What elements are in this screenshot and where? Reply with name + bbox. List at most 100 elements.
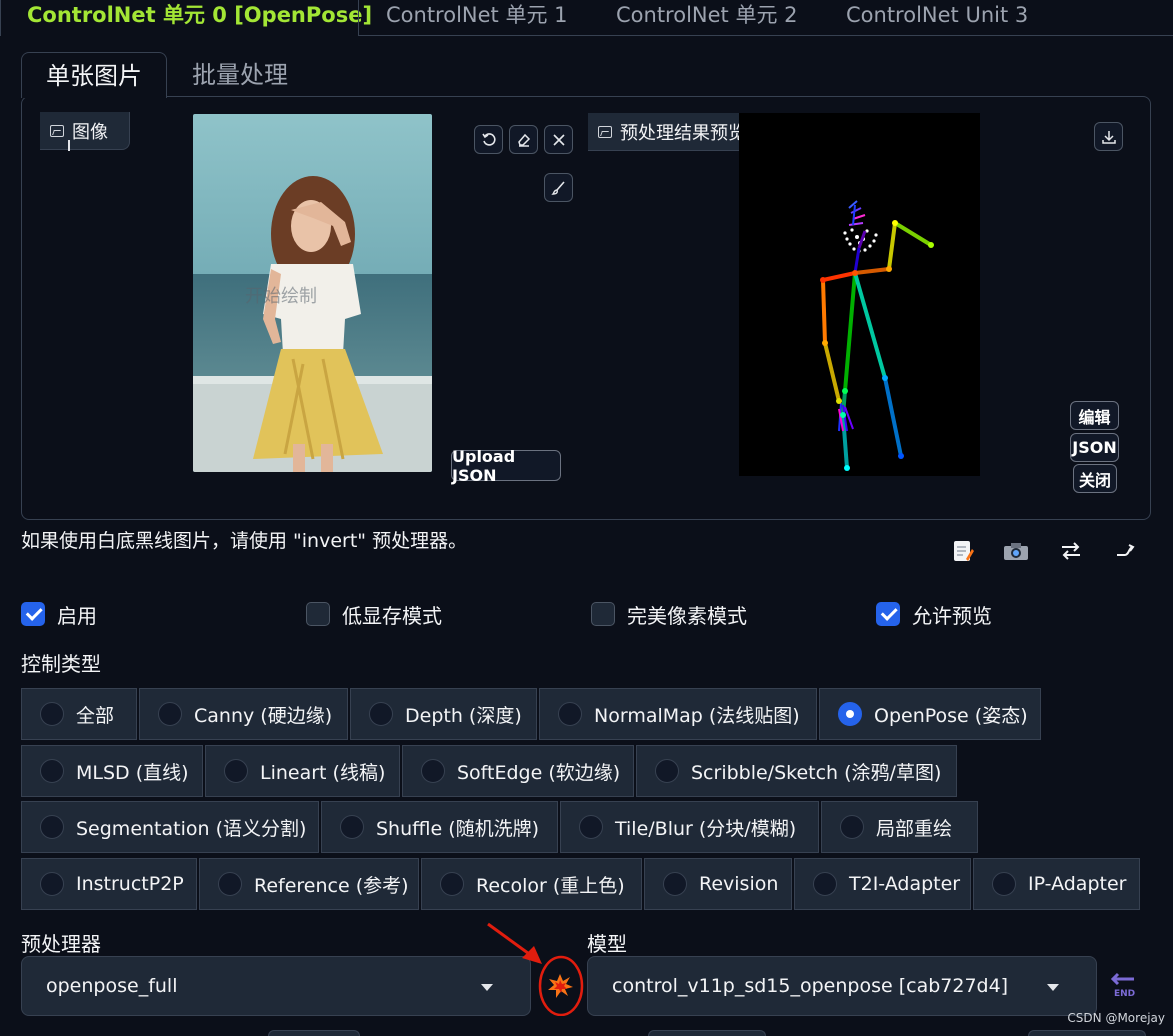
checkbox-box[interactable] (591, 602, 615, 626)
radio-dot[interactable] (813, 872, 837, 896)
radio-label: Shuffle (随机洗牌) (376, 817, 540, 840)
control-type-inpaint[interactable]: 局部重绘 (821, 801, 978, 853)
tab-single-image[interactable]: 单张图片 (21, 52, 167, 98)
clear-image-button[interactable] (544, 125, 573, 154)
controlnet-unit-tabs: ControlNet 单元 0 [OpenPose] ControlNet 单元… (0, 0, 1173, 38)
close-preview-button[interactable]: 关闭 (1073, 464, 1117, 493)
checkbox-box[interactable] (306, 602, 330, 626)
brush-button[interactable] (544, 173, 573, 202)
swap-icon (1062, 542, 1080, 560)
control-type-instructp2p[interactable]: InstructP2P (21, 858, 197, 910)
brush-icon (550, 180, 565, 195)
radio-dot[interactable] (340, 815, 364, 839)
upload-json-button[interactable]: Upload JSON (451, 447, 561, 485)
radio-dot[interactable] (224, 759, 248, 783)
control-type-revision[interactable]: Revision (644, 858, 792, 910)
radio-dot[interactable] (992, 872, 1016, 896)
model-label: 模型 (587, 932, 627, 956)
checkbox-box[interactable] (21, 602, 45, 626)
radio-label: 全部 (76, 704, 115, 727)
download-button[interactable] (1094, 122, 1123, 151)
camera-button[interactable] (1000, 536, 1032, 566)
control-type-shuffle[interactable]: Shuffle (随机洗牌) (321, 801, 558, 853)
control-type-normalmap[interactable]: NormalMap (法线贴图) (539, 688, 817, 740)
image-panel (21, 96, 1151, 520)
openpose-skeleton (820, 200, 934, 471)
pixel-perfect-checkbox[interactable]: 完美像素模式 (591, 600, 747, 628)
control-type-ip-adapter[interactable]: IP-Adapter (973, 858, 1140, 910)
rotate-button[interactable] (474, 125, 503, 154)
notes-button[interactable] (947, 536, 979, 566)
tab-batch[interactable]: 批量处理 (168, 52, 312, 98)
input-image-label: 图像 (40, 112, 130, 150)
checkbox-label: 低显存模式 (342, 603, 442, 628)
control-type-segmentation[interactable]: Segmentation (语义分割) (21, 801, 319, 853)
radio-dot[interactable] (158, 702, 182, 726)
camera-icon (1004, 543, 1028, 560)
control-type-depth[interactable]: Depth (深度) (350, 688, 537, 740)
control-type-openpose[interactable]: OpenPose (姿态) (819, 688, 1041, 740)
swap-button[interactable] (1055, 536, 1087, 566)
radio-dot[interactable] (663, 872, 687, 896)
control-type-canny[interactable]: Canny (硬边缘) (139, 688, 348, 740)
photo-overlay-text: 开始绘制 (245, 286, 317, 307)
radio-label: MLSD (直线) (76, 761, 189, 784)
edit-pose-button[interactable]: 编辑 (1070, 401, 1119, 430)
chevron-down-icon (481, 984, 493, 991)
radio-dot[interactable] (218, 872, 242, 896)
tab-unit-3[interactable]: ControlNet Unit 3 (846, 0, 1028, 34)
eraser-button[interactable] (509, 125, 538, 154)
radio-dot-selected[interactable] (838, 702, 862, 726)
checkbox-label: 完美像素模式 (627, 603, 747, 628)
radio-dot[interactable] (421, 759, 445, 783)
control-type-recolor[interactable]: Recolor (重上色) (421, 858, 642, 910)
close-icon (552, 133, 565, 146)
checkbox-label: 允许预览 (912, 603, 992, 628)
enable-checkbox[interactable]: 启用 (21, 600, 97, 628)
json-button[interactable]: JSON (1070, 433, 1119, 462)
checkbox-box[interactable] (876, 602, 900, 626)
control-type-t2i-adapter[interactable]: T2I-Adapter (794, 858, 971, 910)
allow-preview-checkbox[interactable]: 允许预览 (876, 600, 992, 628)
control-type-label: 控制类型 (21, 652, 101, 676)
control-type-scribble[interactable]: Scribble/Sketch (涂鸦/草图) (636, 745, 957, 797)
send-dimensions-button[interactable] (1110, 536, 1142, 566)
lowvram-checkbox[interactable]: 低显存模式 (306, 600, 442, 628)
control-type-tile[interactable]: Tile/Blur (分块/模糊) (560, 801, 819, 853)
radio-dot[interactable] (40, 815, 64, 839)
control-type-all[interactable]: 全部 (21, 688, 137, 740)
radio-label: Segmentation (语义分割) (76, 817, 307, 840)
radio-dot[interactable] (40, 759, 64, 783)
radio-label: Scribble/Sketch (涂鸦/草图) (691, 761, 942, 784)
tab-unit-1[interactable]: ControlNet 单元 1 (386, 0, 567, 34)
radio-dot[interactable] (40, 702, 64, 726)
radio-label: Tile/Blur (分块/模糊) (615, 817, 797, 840)
image-icon (50, 124, 64, 137)
partial-control (268, 1030, 360, 1036)
preprocessor-value: openpose_full (46, 975, 178, 997)
model-select[interactable]: control_v11p_sd15_openpose [cab727d4] (587, 956, 1097, 1016)
tab-border (0, 0, 1, 36)
preprocessor-select[interactable]: openpose_full (21, 956, 531, 1016)
input-photo[interactable]: 开始绘制 (193, 114, 432, 472)
radio-dot[interactable] (369, 702, 393, 726)
control-type-reference[interactable]: Reference (参考) (199, 858, 419, 910)
tab-unit-0[interactable]: ControlNet 单元 0 [OpenPose] (27, 0, 372, 34)
radio-dot[interactable] (655, 759, 679, 783)
radio-dot[interactable] (579, 815, 603, 839)
tab-unit-2[interactable]: ControlNet 单元 2 (616, 0, 797, 34)
radio-label: T2I-Adapter (849, 873, 961, 895)
control-type-softedge[interactable]: SoftEdge (软边缘) (402, 745, 634, 797)
model-value: control_v11p_sd15_openpose [cab727d4] (612, 975, 1009, 997)
input-image-label-text: 图像 (72, 121, 108, 143)
radio-dot[interactable] (440, 872, 464, 896)
radio-dot[interactable] (40, 872, 64, 896)
radio-dot[interactable] (558, 702, 582, 726)
control-type-lineart[interactable]: Lineart (线稿) (205, 745, 400, 797)
radio-label: SoftEdge (软边缘) (457, 761, 621, 784)
control-type-mlsd[interactable]: MLSD (直线) (21, 745, 203, 797)
preview-label-text: 预处理结果预览 (620, 122, 746, 144)
send-model-button[interactable]: END (1108, 972, 1142, 1002)
partial-control (648, 1030, 766, 1036)
radio-dot[interactable] (840, 815, 864, 839)
